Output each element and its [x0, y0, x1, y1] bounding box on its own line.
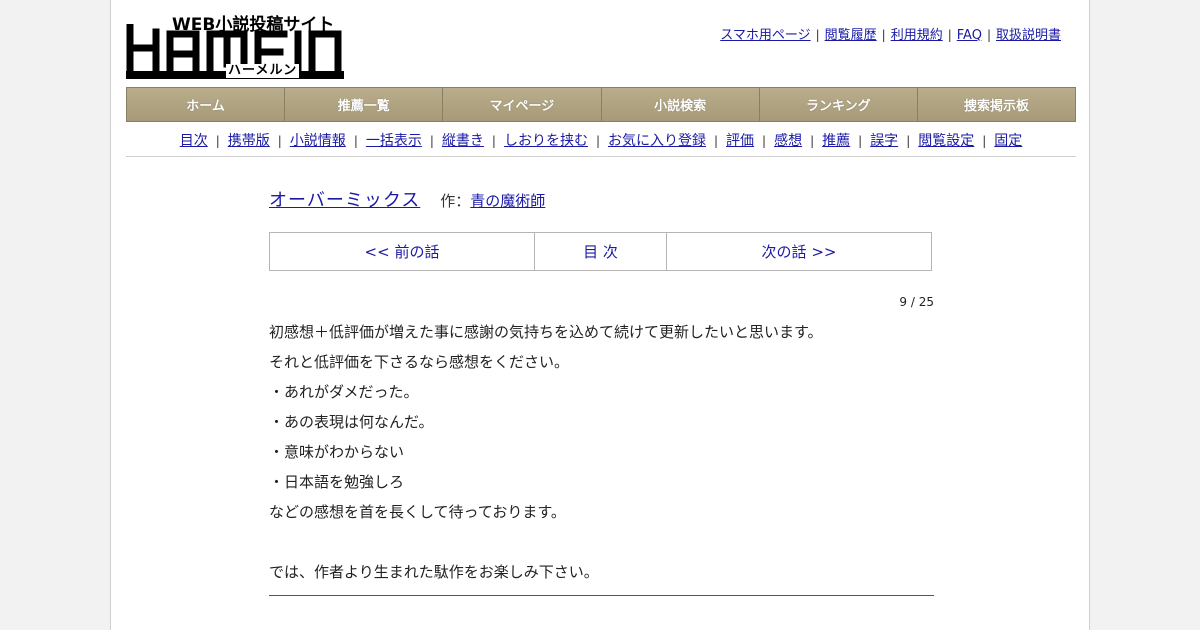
separator: |	[906, 134, 911, 148]
divider	[126, 156, 1076, 157]
chapter-nav: << 前の話 目 次 次の話 >>	[269, 232, 932, 271]
page-container: WEB小説投稿サイト ハーメルン スマホ用ページ | 閲覧履歴 | 利用規約 | FAQ | 取…	[110, 0, 1090, 630]
subnav-toc[interactable]: 目次	[180, 133, 208, 149]
nav-recommendations[interactable]: 推薦一覧	[285, 88, 444, 121]
nav-mypage[interactable]: マイページ	[443, 88, 602, 121]
preface-line: ・意味がわからない	[269, 443, 405, 461]
header-link-history[interactable]: 閲覧履歴	[825, 28, 877, 43]
author-prefix: 作：	[440, 192, 471, 210]
novel-sub-nav: 目次 | 携帯版 | 小説情報 | 一括表示 | 縦書き | しおりを挟む | お気に入り登録 | 評価 | 感…	[126, 130, 1076, 150]
preface-line: ・あの表現は何なんだ。	[269, 413, 434, 431]
separator: |	[986, 28, 991, 42]
preface-line: 初感想＋低評価が増えた事に感謝の気持ちを込めて続けて更新したいと思います。	[269, 323, 823, 341]
subnav-view-settings[interactable]: 閲覧設定	[918, 133, 974, 149]
main-nav: ホーム 推薦一覧 マイページ 小説検索 ランキング 捜索掲示板	[126, 87, 1076, 122]
separator: |	[491, 134, 496, 148]
nav-home[interactable]: ホーム	[127, 88, 286, 121]
subnav-pin[interactable]: 固定	[994, 133, 1022, 149]
preface-divider	[269, 595, 934, 596]
toc-link[interactable]: 目 次	[535, 233, 667, 270]
separator: |	[815, 28, 820, 42]
header-links: スマホ用ページ | 閲覧履歴 | 利用規約 | FAQ | 取扱説明書	[720, 24, 1061, 43]
separator: |	[595, 134, 600, 148]
separator: |	[881, 28, 886, 42]
separator: |	[947, 28, 952, 42]
subnav-mobile[interactable]: 携帯版	[228, 133, 270, 149]
header-link-smartphone[interactable]: スマホ用ページ	[720, 28, 810, 43]
author-link[interactable]: 青の魔術師	[470, 192, 545, 210]
preface-line: などの感想を首を長くして待っております。	[269, 503, 566, 521]
novel-title-link[interactable]: オーバーミックス	[269, 190, 420, 211]
subnav-recommend[interactable]: 推薦	[822, 133, 850, 149]
logo-kana: ハーメルン	[226, 63, 300, 78]
separator: |	[353, 134, 358, 148]
preface-line	[269, 527, 934, 557]
separator: |	[982, 134, 987, 148]
header-link-terms[interactable]: 利用規約	[891, 28, 943, 43]
nav-ranking[interactable]: ランキング	[759, 88, 918, 121]
subnav-comments[interactable]: 感想	[774, 133, 802, 149]
episode-preface: 初感想＋低評価が増えた事に感謝の気持ちを込めて続けて更新したいと思います。 それ…	[269, 317, 934, 587]
subnav-bookmark[interactable]: しおりを挟む	[504, 133, 588, 149]
preface-line: では、作者より生まれた駄作をお楽しみ下さい。	[269, 563, 599, 581]
preface-line: それと低評価を下さるなら感想をください。	[269, 353, 570, 371]
next-episode-link[interactable]: 次の話 >>	[667, 233, 931, 270]
novel-header: オーバーミックス 作：青の魔術師	[269, 186, 545, 212]
separator: |	[762, 134, 767, 148]
preface-line: ・あれがダメだった。	[269, 383, 419, 401]
subnav-rating[interactable]: 評価	[726, 133, 754, 149]
separator: |	[858, 134, 863, 148]
header-link-manual[interactable]: 取扱説明書	[996, 28, 1061, 43]
prev-episode-link[interactable]: << 前の話	[270, 233, 535, 270]
subnav-novel-info[interactable]: 小説情報	[290, 133, 346, 149]
separator: |	[215, 134, 220, 148]
subnav-favorite[interactable]: お気に入り登録	[608, 133, 706, 149]
separator: |	[429, 134, 434, 148]
subnav-typo[interactable]: 誤字	[870, 133, 898, 149]
preface-line: ・日本語を勉強しろ	[269, 473, 405, 491]
episode-counter: 9 / 25	[899, 295, 934, 309]
nav-search-board[interactable]: 捜索掲示板	[917, 88, 1076, 121]
subnav-show-all[interactable]: 一括表示	[366, 133, 422, 149]
nav-novel-search[interactable]: 小説検索	[601, 88, 760, 121]
separator: |	[810, 134, 815, 148]
separator: |	[714, 134, 719, 148]
subnav-vertical[interactable]: 縦書き	[442, 133, 484, 149]
separator: |	[277, 134, 282, 148]
hameln-logo[interactable]: WEB小説投稿サイト ハーメルン	[126, 10, 346, 80]
header-link-faq[interactable]: FAQ	[957, 28, 982, 43]
